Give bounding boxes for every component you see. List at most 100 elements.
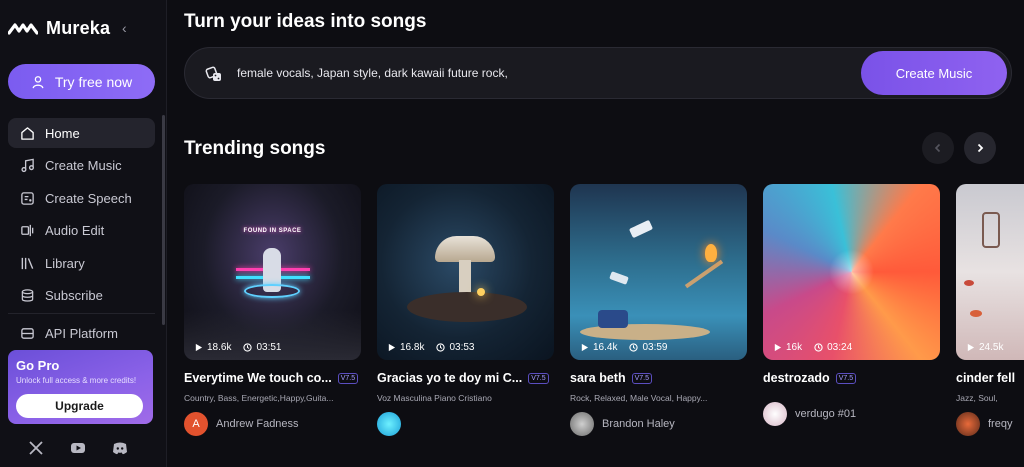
upgrade-button[interactable]: Upgrade <box>16 394 143 418</box>
mushroom-cap <box>435 236 495 262</box>
clock-icon <box>436 343 446 352</box>
sidebar-item-create-speech[interactable]: Create Speech <box>8 183 155 213</box>
sidebar-item-audio-edit[interactable]: Audio Edit <box>8 216 155 246</box>
music-note-icon <box>21 158 34 173</box>
sidebar-item-subscribe[interactable]: Subscribe <box>8 281 155 311</box>
x-icon[interactable] <box>28 440 44 456</box>
mushroom-stem <box>459 260 471 296</box>
social-links <box>28 440 128 456</box>
sidebar-divider <box>8 313 155 314</box>
try-free-button[interactable]: Try free now <box>8 64 155 99</box>
song-tags: Country, Bass, Energetic,Happy,Guita... <box>184 393 334 403</box>
play-icon <box>774 343 782 352</box>
sidebar-item-create-music[interactable]: Create Music <box>8 151 155 181</box>
song-card[interactable]: FOUND IN SPACE 18.6k 03:51 Everytime We … <box>184 184 361 436</box>
song-card[interactable]: 24.5k cinder fell Jazz, Soul, freqy <box>956 184 1024 436</box>
sidebar-item-label: Home <box>45 125 80 141</box>
sidebar: Mureka ‹ Try free now Home Create Music … <box>0 0 167 467</box>
song-author[interactable]: Brandon Haley <box>570 412 747 436</box>
clock-icon <box>814 343 823 352</box>
author-name: verdugo #01 <box>795 408 857 420</box>
song-cover[interactable]: FOUND IN SPACE 18.6k 03:51 <box>184 184 361 360</box>
flame <box>705 244 717 262</box>
song-cover[interactable]: 16k 03:24 <box>763 184 940 360</box>
avatar <box>377 412 401 436</box>
cover-glow <box>763 184 940 360</box>
sidebar-item-label: Create Music <box>45 158 122 173</box>
version-badge: V7.5 <box>337 372 359 384</box>
song-author[interactable]: A Andrew Fadness <box>184 412 361 436</box>
song-stats: 16.4k 03:59 <box>580 342 668 353</box>
author-name: Andrew Fadness <box>216 418 299 430</box>
trending-title: Trending songs <box>184 138 326 159</box>
play-icon <box>967 343 975 352</box>
duration: 03:51 <box>256 342 282 353</box>
song-title[interactable]: Gracias yo te doy mi C... <box>377 371 522 385</box>
song-cover[interactable]: 16.8k 03:53 <box>377 184 554 360</box>
sidebar-item-api-platform[interactable]: API Platform <box>8 318 155 348</box>
page-title: Turn your ideas into songs <box>184 11 427 32</box>
sidebar-nav: Home Create Music Create Speech Audio Ed… <box>8 118 155 351</box>
carousel-prev-button[interactable] <box>922 132 954 164</box>
carousel-next-button[interactable] <box>964 132 996 164</box>
sidebar-item-label: Create Speech <box>45 190 132 206</box>
author-name: Brandon Haley <box>602 418 675 430</box>
leaf-shape <box>970 310 982 317</box>
clock-icon <box>629 343 639 352</box>
discord-icon[interactable] <box>112 440 128 456</box>
song-card[interactable]: 16.8k 03:53 Gracias yo te doy mi C... V7… <box>377 184 554 436</box>
sidebar-scrollbar[interactable] <box>162 115 165 325</box>
song-title[interactable]: destrozado <box>763 371 830 385</box>
song-cover[interactable]: 16.4k 03:59 <box>570 184 747 360</box>
audio-edit-icon <box>21 224 34 237</box>
prompt-input-bar[interactable]: female vocals, Japan style, dark kawaii … <box>184 47 1012 99</box>
sidebar-item-label: Subscribe <box>45 288 103 303</box>
main-content: Turn your ideas into songs female vocals… <box>167 0 1024 467</box>
brand-name: Mureka <box>46 18 111 38</box>
play-icon <box>581 343 589 352</box>
user-icon <box>32 75 44 88</box>
sidebar-item-label: Library <box>45 255 85 271</box>
song-stats: 16.8k 03:53 <box>387 342 475 353</box>
chevron-left-icon <box>934 143 941 153</box>
sidebar-item-label: API Platform <box>45 325 118 341</box>
boots-shape <box>598 310 628 328</box>
logo[interactable]: Mureka <box>8 18 110 39</box>
version-badge: V7.5 <box>631 372 652 384</box>
song-stats: 18.6k 03:51 <box>194 342 282 353</box>
create-music-button[interactable]: Create Music <box>861 51 1007 95</box>
lantern-shape <box>982 212 1000 248</box>
song-title[interactable]: cinder fell <box>956 371 1015 385</box>
play-count: 18.6k <box>207 342 232 353</box>
go-pro-title: Go Pro <box>16 358 60 373</box>
duration: 03:53 <box>449 342 475 353</box>
song-tags: Jazz, Soul, <box>956 393 998 403</box>
clock-icon <box>243 343 253 352</box>
sidebar-item-home[interactable]: Home <box>8 118 155 148</box>
song-title[interactable]: sara beth <box>570 371 626 385</box>
sidebar-item-library[interactable]: Library <box>8 248 155 278</box>
song-card[interactable]: 16k 03:24 destrozado V7.5 verdugo #01 <box>763 184 940 426</box>
play-count: 16k <box>786 342 803 353</box>
song-stats: 16k 03:24 <box>773 342 852 353</box>
play-icon <box>388 343 396 352</box>
mureka-logo-icon <box>8 22 38 35</box>
song-author[interactable] <box>377 412 554 436</box>
home-icon <box>21 126 34 140</box>
prompt-input[interactable]: female vocals, Japan style, dark kawaii … <box>237 66 508 80</box>
version-badge: V7.5 <box>528 372 549 384</box>
song-author[interactable]: verdugo #01 <box>763 402 940 426</box>
dice-icon[interactable] <box>205 65 223 83</box>
match-stick <box>684 259 724 289</box>
song-title[interactable]: Everytime We touch co... <box>184 371 332 385</box>
collapse-sidebar-icon[interactable]: ‹ <box>122 20 127 36</box>
cover-ground <box>407 292 527 322</box>
youtube-icon[interactable] <box>70 440 86 456</box>
song-cover[interactable]: 24.5k <box>956 184 1024 360</box>
song-card[interactable]: 16.4k 03:59 sara beth V7.5 Rock, Relaxed… <box>570 184 747 436</box>
song-author[interactable]: freqy <box>956 412 1024 436</box>
song-tags: Rock, Relaxed, Male Vocal, Happy... <box>570 393 708 403</box>
sidebar-item-label: Audio Edit <box>45 223 105 238</box>
avatar <box>570 412 594 436</box>
speech-icon <box>21 191 34 205</box>
